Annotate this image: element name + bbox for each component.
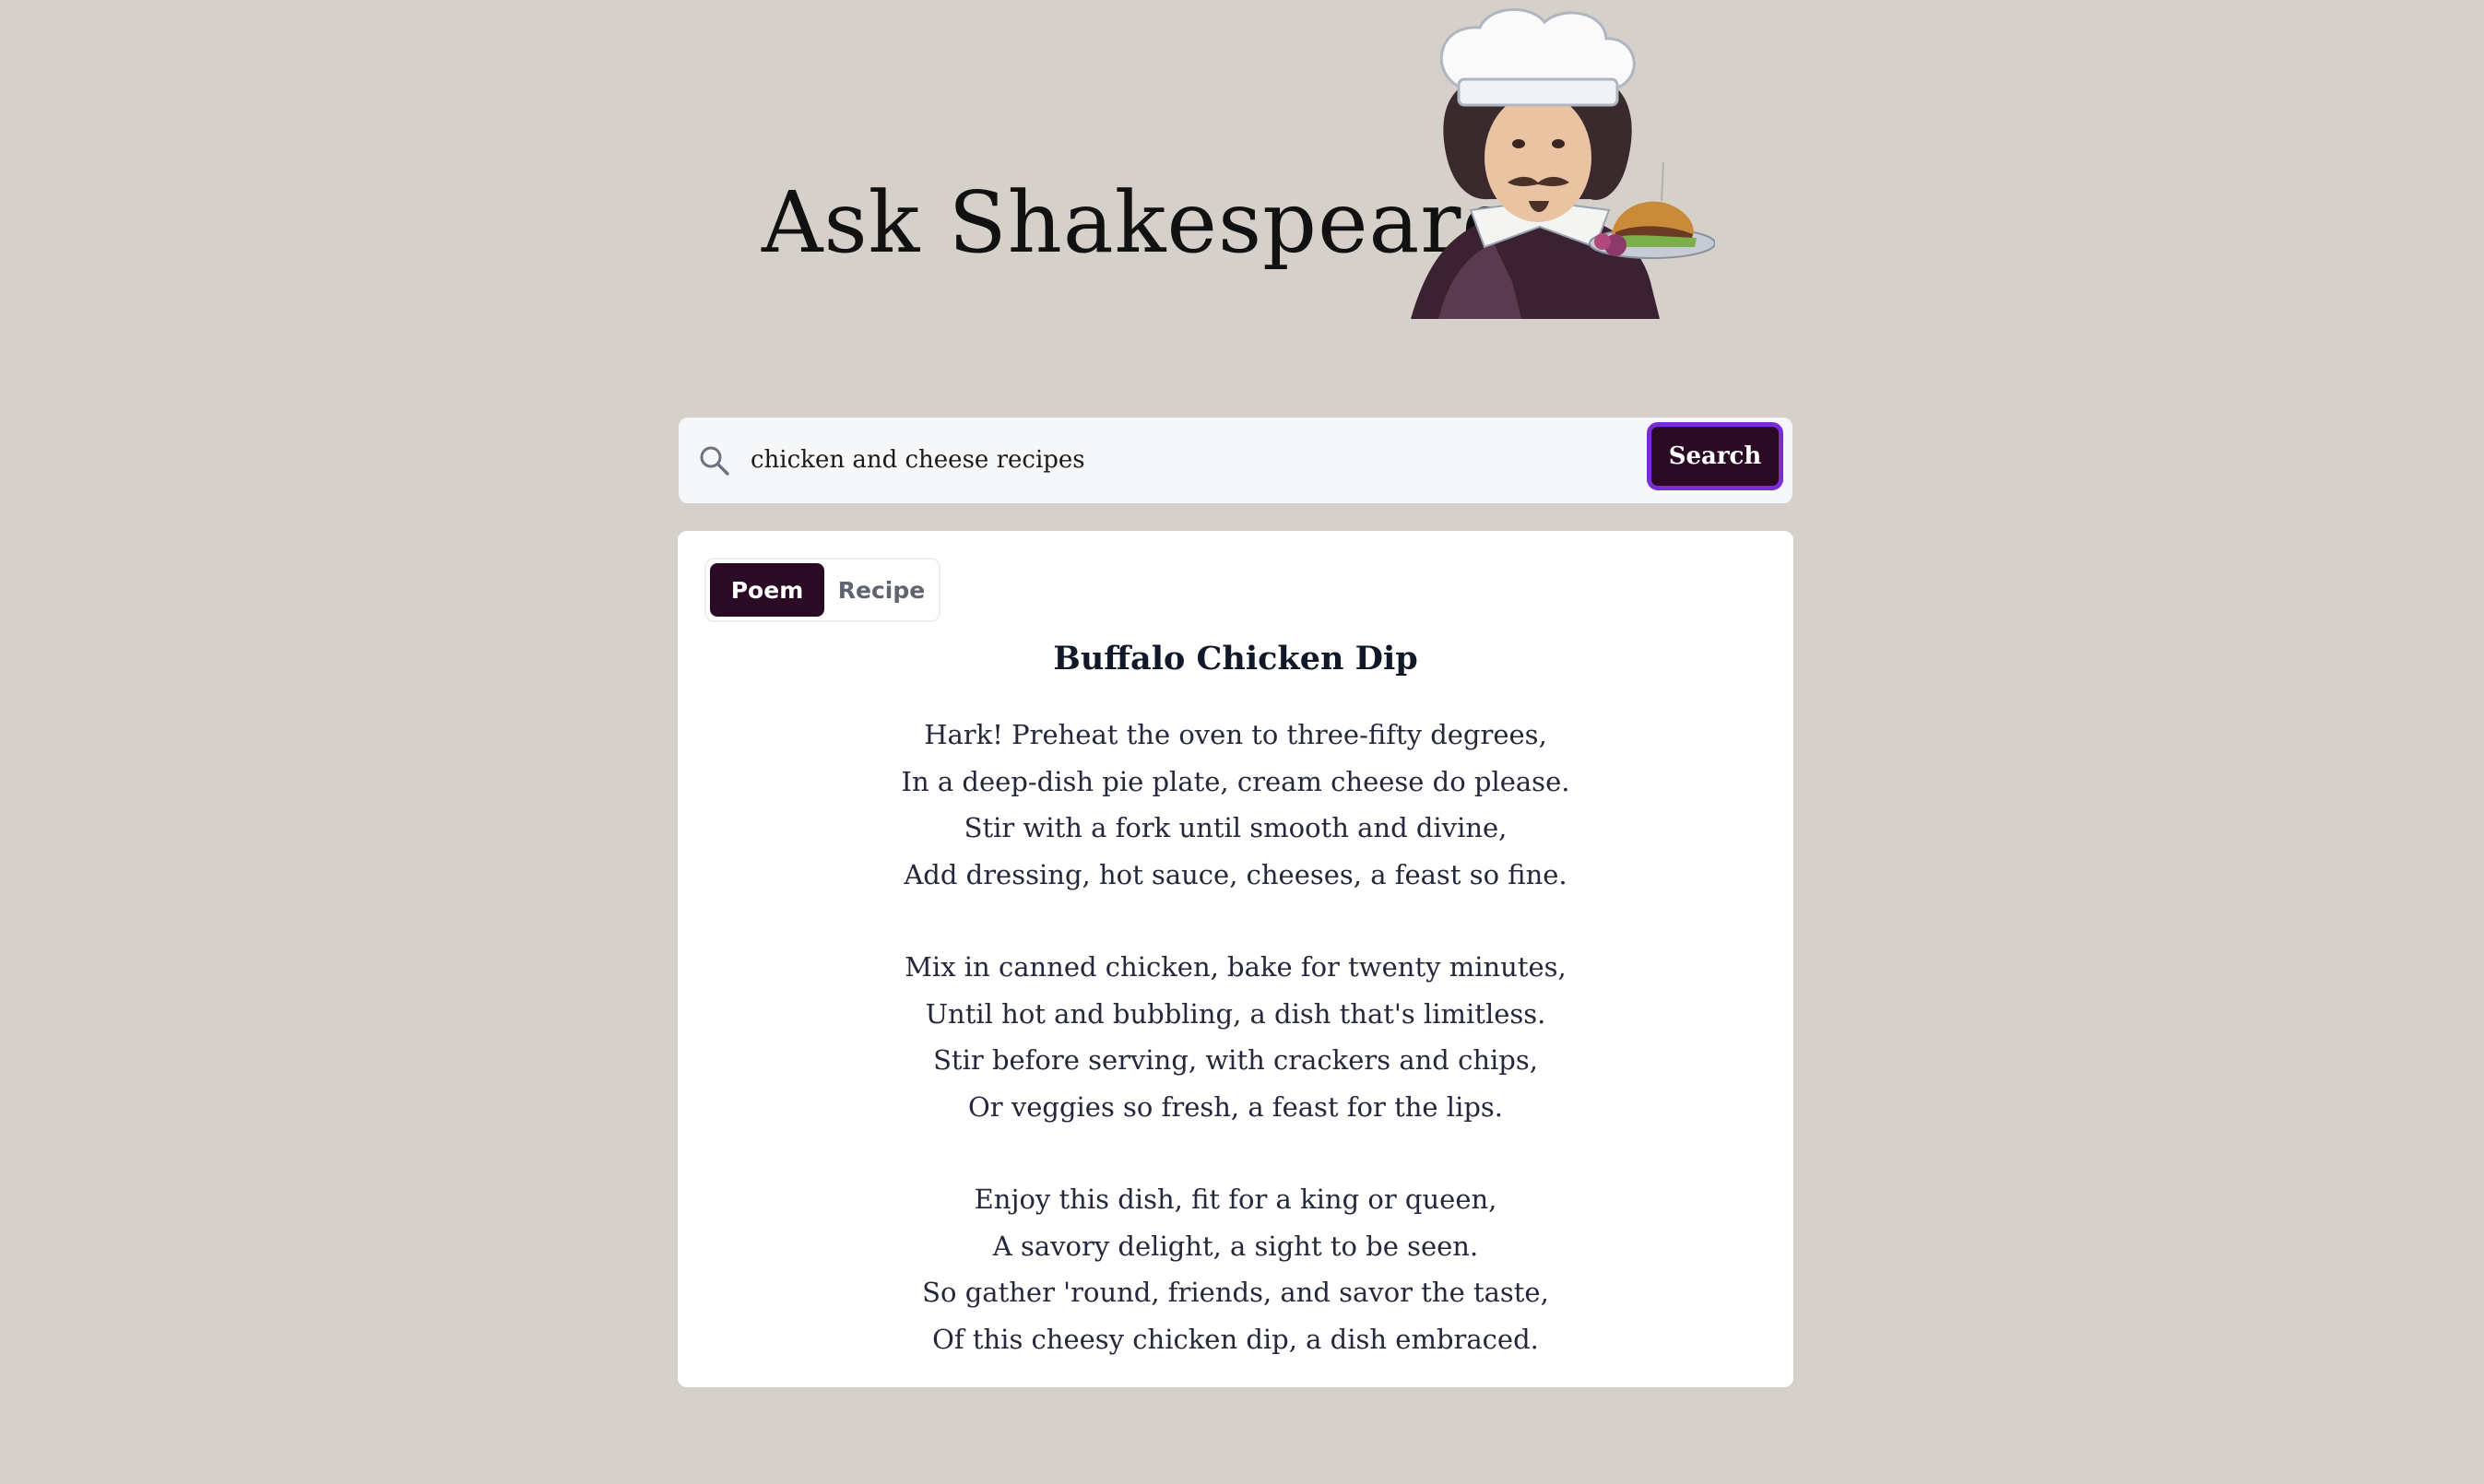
poem-line: Stir before serving, with crackers and c… bbox=[933, 1044, 1538, 1076]
poem-line: Until hot and bubbling, a dish that's li… bbox=[925, 997, 1546, 1030]
search-icon bbox=[700, 446, 729, 476]
result-card: Poem Recipe Buffalo Chicken Dip Hark! Pr… bbox=[678, 531, 1793, 1387]
poem-line: Mix in canned chicken, bake for twenty m… bbox=[905, 951, 1567, 983]
poem-line: In a deep-dish pie plate, cream cheese d… bbox=[901, 765, 1570, 797]
tab-poem[interactable]: Poem bbox=[710, 563, 824, 617]
search-bar: Search bbox=[679, 418, 1792, 503]
tab-recipe[interactable]: Recipe bbox=[828, 563, 935, 617]
search-input[interactable] bbox=[745, 430, 1636, 489]
poem-line: Hark! Preheat the oven to three-fifty de… bbox=[924, 719, 1547, 750]
shakespeare-chef-icon bbox=[1411, 8, 1715, 319]
poem-body: Hark! Preheat the oven to three-fifty de… bbox=[678, 712, 1793, 1408]
poem-stanza: Mix in canned chicken, bake for twenty m… bbox=[678, 944, 1793, 1130]
poem-line: So gather 'round, friends, and savor the… bbox=[922, 1277, 1549, 1308]
poem-line: Stir with a fork until smooth and divine… bbox=[964, 812, 1508, 843]
poem-stanza: Hark! Preheat the oven to three-fifty de… bbox=[678, 712, 1793, 898]
poem-line: A savory delight, a sight to be seen. bbox=[992, 1230, 1479, 1262]
poem-line: Enjoy this dish, fit for a king or queen… bbox=[974, 1184, 1497, 1215]
poem-line: Of this cheesy chicken dip, a dish embra… bbox=[932, 1323, 1539, 1355]
header: Ask Shakespeare bbox=[0, 0, 2484, 369]
poem-title: Buffalo Chicken Dip bbox=[1053, 640, 1418, 677]
poem-line: Or veggies so fresh, a feast for the lip… bbox=[967, 1090, 1504, 1123]
poem-stanza: Enjoy this dish, fit for a king or queen… bbox=[678, 1176, 1793, 1362]
search-button[interactable]: Search bbox=[1647, 422, 1783, 490]
poem-line: Add dressing, hot sauce, cheeses, a feas… bbox=[904, 858, 1567, 890]
view-tabs: Poem Recipe bbox=[704, 558, 940, 622]
